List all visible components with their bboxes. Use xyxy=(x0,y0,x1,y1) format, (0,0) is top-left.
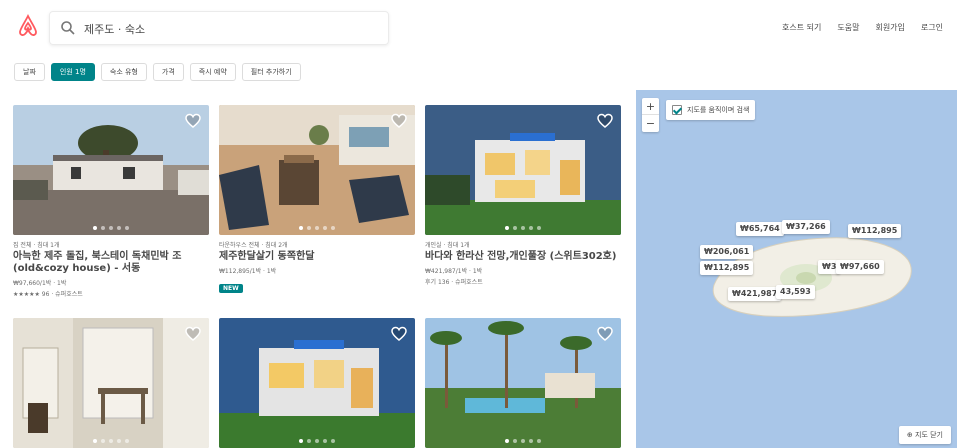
terrace-photo xyxy=(219,105,415,235)
listing-card[interactable]: 타운하우스 전체 · 침대 2개 제주한달살기 동쪽한달 ₩112,895/1박… xyxy=(219,105,415,294)
listing-meta: 개인실 · 침대 1개 xyxy=(425,242,470,249)
filter-more[interactable]: 필터 추가하기 xyxy=(241,63,301,81)
listing-price: ₩421,987/1박 · 1박 xyxy=(425,268,483,275)
heart-icon[interactable] xyxy=(391,326,407,342)
new-badge: NEW xyxy=(219,284,243,293)
palm-resort-photo xyxy=(425,318,621,448)
price-pin[interactable]: ₩97,660 xyxy=(836,260,884,274)
map-zoom-controls: + − xyxy=(642,98,659,132)
price-pin[interactable]: ₩65,764 xyxy=(736,222,784,236)
listing-rating: 후기 136 · 슈퍼호스트 xyxy=(425,279,483,286)
heart-icon[interactable] xyxy=(597,113,613,129)
top-bar: 호스트 되기 도움말 회원가입 로그인 xyxy=(0,0,957,54)
search-input[interactable] xyxy=(84,18,374,40)
heart-icon[interactable] xyxy=(391,113,407,129)
zoom-in-button[interactable]: + xyxy=(642,98,659,115)
heart-icon[interactable] xyxy=(185,113,201,129)
listing-meta: 타운하우스 전체 · 침대 2개 xyxy=(219,242,288,249)
modern-house-photo xyxy=(425,105,621,235)
heart-icon[interactable] xyxy=(185,326,201,342)
filter-price[interactable]: 가격 xyxy=(152,63,184,81)
listing-meta: 집 전체 · 침대 1개 xyxy=(13,242,60,249)
listing-rating: ★★★★★ 96 · 슈퍼호스트 xyxy=(13,291,83,298)
listing-price: ₩112,895/1박 · 1박 xyxy=(219,268,277,275)
map-panel[interactable]: + − 지도를 움직이며 검색 ₩65,764 ₩37,266 ₩112,895… xyxy=(636,90,957,448)
photo-carousel-dots[interactable] xyxy=(13,226,209,230)
price-pin[interactable]: ₩421,987 xyxy=(728,287,782,301)
interior-photo xyxy=(13,318,209,448)
listing-photo[interactable] xyxy=(425,318,621,448)
nav-help[interactable]: 도움말 xyxy=(837,22,859,33)
top-nav: 호스트 되기 도움말 회원가입 로그인 xyxy=(782,22,943,33)
close-map-button[interactable]: ⊕ 지도 닫기 xyxy=(898,426,951,444)
filter-instant-book[interactable]: 즉시 예약 xyxy=(189,63,236,81)
listing-price: ₩97,660/1박 · 1박 xyxy=(13,280,67,287)
listing-card[interactable] xyxy=(425,318,621,448)
stone-house-photo xyxy=(13,105,209,235)
nav-signup[interactable]: 회원가입 xyxy=(875,22,904,33)
listing-card[interactable]: 집 전체 · 침대 1개 아늑한 제주 돌집, 북스테이 독채민박 조(old&… xyxy=(13,105,209,298)
listing-grid: 집 전체 · 침대 1개 아늑한 제주 돌집, 북스테이 독채민박 조(old&… xyxy=(13,105,623,448)
listing-title[interactable]: 제주한달살기 동쪽한달 xyxy=(219,251,415,263)
price-pin[interactable]: ₩206,061 xyxy=(700,245,754,259)
airbnb-logo-icon[interactable] xyxy=(16,13,40,40)
listing-photo[interactable] xyxy=(425,105,621,235)
heart-icon[interactable] xyxy=(597,326,613,342)
filter-bar: 날짜 인원 1명 숙소 유형 가격 즉시 예약 필터 추가하기 xyxy=(14,63,301,81)
listing-card[interactable] xyxy=(219,318,415,448)
nav-login[interactable]: 로그인 xyxy=(921,22,943,33)
jeju-island-map xyxy=(712,237,912,317)
search-bar[interactable] xyxy=(49,11,389,45)
price-pin[interactable]: ₩112,895 xyxy=(848,224,902,238)
photo-carousel-dots[interactable] xyxy=(425,439,621,443)
photo-carousel-dots[interactable] xyxy=(219,226,415,230)
price-pin[interactable]: 43,593 xyxy=(776,285,815,299)
photo-carousel-dots[interactable] xyxy=(13,439,209,443)
listing-title[interactable]: 바다와 한라산 전망,개인풀장 (스위트302호) xyxy=(425,251,621,263)
listing-card[interactable]: 개인실 · 침대 1개 바다와 한라산 전망,개인풀장 (스위트302호) ₩4… xyxy=(425,105,621,286)
price-pin[interactable]: ₩37,266 xyxy=(782,220,830,234)
listing-title[interactable]: 아늑한 제주 돌집, 북스테이 독채민박 조(old&cozy house) -… xyxy=(13,251,209,275)
filter-guests[interactable]: 인원 1명 xyxy=(50,63,95,81)
listing-photo[interactable] xyxy=(219,105,415,235)
nav-become-host[interactable]: 호스트 되기 xyxy=(782,22,821,33)
price-pin[interactable]: ₩112,895 xyxy=(700,261,754,275)
checkbox-icon[interactable] xyxy=(672,105,682,115)
zoom-out-button[interactable]: − xyxy=(642,115,659,132)
listing-photo[interactable] xyxy=(13,105,209,235)
listing-photo[interactable] xyxy=(13,318,209,448)
map-check-label: 지도를 움직이며 검색 xyxy=(687,106,750,114)
search-icon xyxy=(61,21,75,35)
filter-room-type[interactable]: 숙소 유형 xyxy=(100,63,147,81)
listing-photo[interactable] xyxy=(219,318,415,448)
listing-card[interactable] xyxy=(13,318,209,448)
modern-house-night-photo xyxy=(219,318,415,448)
photo-carousel-dots[interactable] xyxy=(425,226,621,230)
search-as-map-moves[interactable]: 지도를 움직이며 검색 xyxy=(666,100,756,120)
photo-carousel-dots[interactable] xyxy=(219,439,415,443)
filter-dates[interactable]: 날짜 xyxy=(14,63,45,81)
